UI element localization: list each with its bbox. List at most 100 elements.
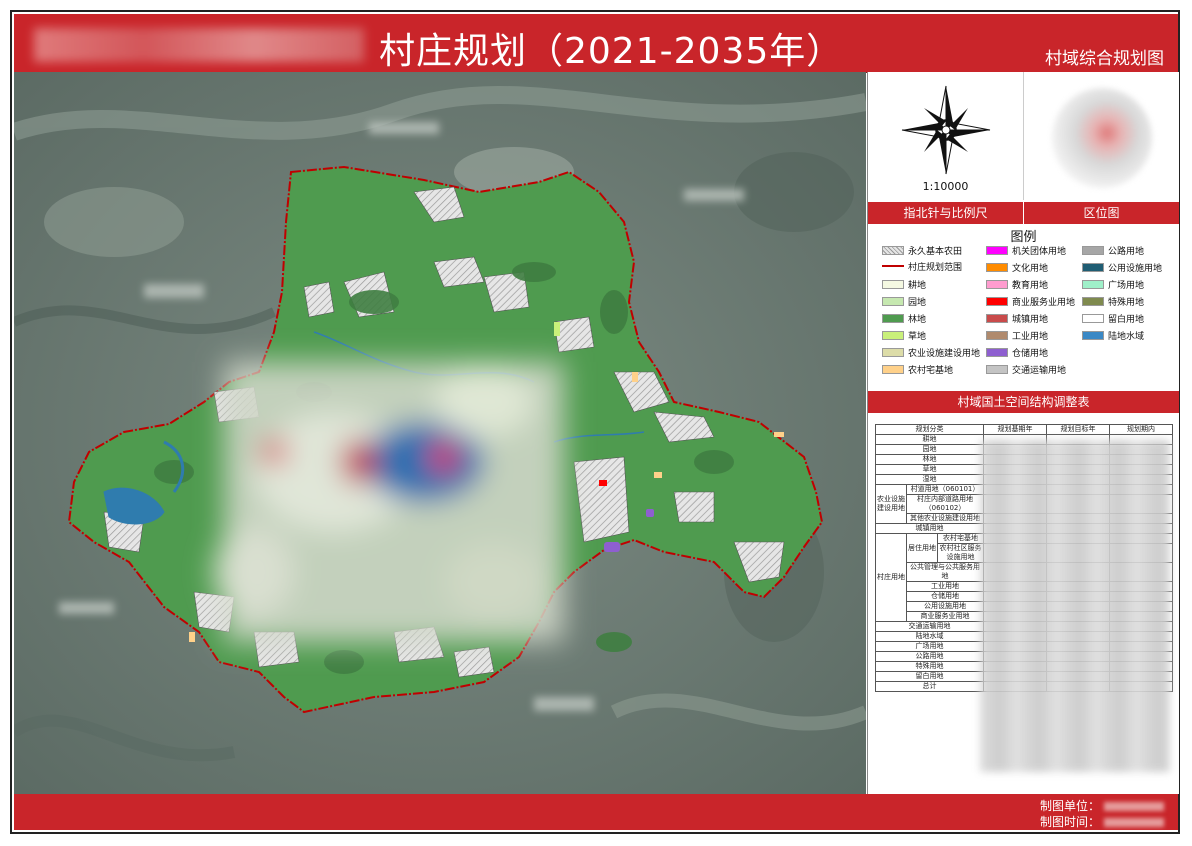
legend-item: 农业设施建设用地: [882, 348, 980, 360]
table-name-cell: 留白用地: [875, 671, 984, 682]
legend-label: 广场用地: [1108, 281, 1145, 291]
table-name-cell: 农村社区服务设施用地: [937, 543, 984, 563]
table-name-cell: 特殊用地: [875, 661, 984, 672]
legend-label: 机关团体用地: [1012, 247, 1067, 257]
legend-swatch: [882, 297, 904, 306]
table-header-category: 规划分类: [875, 424, 984, 435]
place-label-blur: [369, 122, 439, 134]
scale-text: 1:10000: [922, 180, 969, 193]
legend-swatch: [882, 314, 904, 323]
place-label-blur: [684, 189, 744, 201]
table-name-cell: 其他农业设施建设用地: [906, 513, 984, 524]
table-header-base: 规划基期年: [983, 424, 1047, 435]
compass-box: 1:10000: [868, 72, 1024, 200]
table-header-period: 规划期内: [1109, 424, 1173, 435]
legend-item: 工业用地: [986, 331, 1048, 343]
blurred-unit-value: [1104, 802, 1165, 811]
side-panel: 1:10000 指北针与比例尺 区位图 图例 永久基本农田 机关团体用地 公路用地村…: [867, 72, 1179, 794]
legend-label: 草地: [908, 332, 927, 342]
location-map-blur: [1052, 88, 1152, 188]
legend-item: 园地: [882, 297, 926, 309]
legend-label: 公用设施用地: [1108, 264, 1163, 274]
place-label-blur: [144, 284, 204, 298]
title-bar: 村庄规划（2021-2035年） 村域综合规划图: [14, 14, 1178, 73]
legend-label: 耕地: [908, 281, 927, 291]
legend-item: 城镇用地: [986, 314, 1048, 326]
legend-swatch: [1082, 280, 1104, 289]
footer-unit: 制图单位：: [1040, 797, 1165, 814]
legend-item: 陆地水域: [1082, 331, 1144, 343]
legend-label: 留白用地: [1108, 315, 1145, 325]
legend-label: 村庄规划范围: [908, 263, 963, 273]
table-name-cell: 工业用地: [906, 581, 984, 592]
legend-label: 文化用地: [1012, 264, 1049, 274]
table-title: 村域国土空间结构调整表: [868, 391, 1179, 413]
legend-item: 公路用地: [1082, 246, 1144, 258]
legend-swatch: [1082, 314, 1104, 323]
legend-label: 交通运输用地: [1012, 366, 1067, 376]
table-name-cell: 农村宅基地: [937, 533, 984, 544]
legend-item: 文化用地: [986, 263, 1048, 275]
table-name-cell: 广场用地: [875, 641, 984, 652]
table-name-cell: 村道用地（060101）: [906, 484, 984, 495]
location-map: [1024, 72, 1179, 200]
legend-item: 广场用地: [1082, 280, 1144, 292]
legend-swatch: [986, 263, 1008, 272]
legend-swatch: [986, 297, 1008, 306]
legend-label: 商业服务业用地: [1012, 298, 1076, 308]
map-canvas[interactable]: [14, 72, 866, 794]
legend-item: 公用设施用地: [1082, 263, 1162, 275]
legend-item: 林地: [882, 314, 926, 326]
legend-swatch: [1082, 246, 1104, 255]
legend-label: 农业设施建设用地: [908, 349, 981, 359]
footer-bar: 制图单位： 制图时间：: [14, 794, 1178, 830]
legend-item: 仓储用地: [986, 348, 1048, 360]
legend-label: 农村宅基地: [908, 366, 954, 376]
legend-item: 农村宅基地: [882, 365, 953, 377]
table-name-cell: 公用设施用地: [906, 601, 984, 612]
blurred-central-settlement: [214, 362, 564, 642]
table-name-cell: 林地: [875, 454, 984, 465]
table-name-cell: 公共管理与公共服务用地: [906, 562, 984, 582]
legend-swatch: [986, 365, 1008, 374]
table-name-cell: 总计: [875, 681, 984, 692]
legend-swatch: [1082, 331, 1104, 340]
legend-item: 草地: [882, 331, 926, 343]
legend-swatch: [882, 280, 904, 289]
table-group-cell: 农业设施建设用地: [875, 484, 907, 524]
legend-item: 交通运输用地: [986, 365, 1066, 377]
table-name-cell: 仓储用地: [906, 591, 984, 602]
table-header-target: 规划目标年: [1046, 424, 1110, 435]
legend-label: 特殊用地: [1108, 298, 1145, 308]
table-sub-cell: 居住用地: [906, 533, 938, 563]
compass-scale-label: 指北针与比例尺: [868, 202, 1023, 224]
legend-item: 机关团体用地: [986, 246, 1066, 258]
legend-label: 仓储用地: [1012, 349, 1049, 359]
table-name-cell: 草地: [875, 464, 984, 475]
legend-swatch: [882, 246, 904, 255]
place-label-blur: [534, 697, 594, 711]
blurred-village-name: [34, 28, 364, 62]
legend-swatch: [882, 265, 904, 267]
legend-label: 教育用地: [1012, 281, 1049, 291]
legend-swatch: [882, 365, 904, 374]
legend-swatch: [986, 331, 1008, 340]
footer-time: 制图时间：: [1040, 813, 1165, 830]
legend-item: 商业服务业用地: [986, 297, 1075, 309]
legend-item: 特殊用地: [1082, 297, 1144, 309]
location-label: 区位图: [1024, 202, 1179, 224]
legend-item: 村庄规划范围: [882, 263, 962, 274]
table-name-cell: 陆地水域: [875, 631, 984, 642]
north-arrow-icon: [901, 85, 991, 175]
table-name-cell: 商业服务业用地: [906, 611, 984, 622]
legend-label: 园地: [908, 298, 927, 308]
legend-swatch: [882, 331, 904, 340]
table-name-cell: 湿地: [875, 474, 984, 485]
legend-item: 耕地: [882, 280, 926, 292]
table-name-cell: 交通运输用地: [875, 621, 984, 632]
legend-item: 留白用地: [1082, 314, 1144, 326]
legend-label: 工业用地: [1012, 332, 1049, 342]
page-title: 村庄规划（2021-2035年）: [379, 31, 844, 72]
legend-title: 图例: [1010, 230, 1037, 245]
map-subtitle: 村域综合规划图: [1045, 49, 1164, 69]
